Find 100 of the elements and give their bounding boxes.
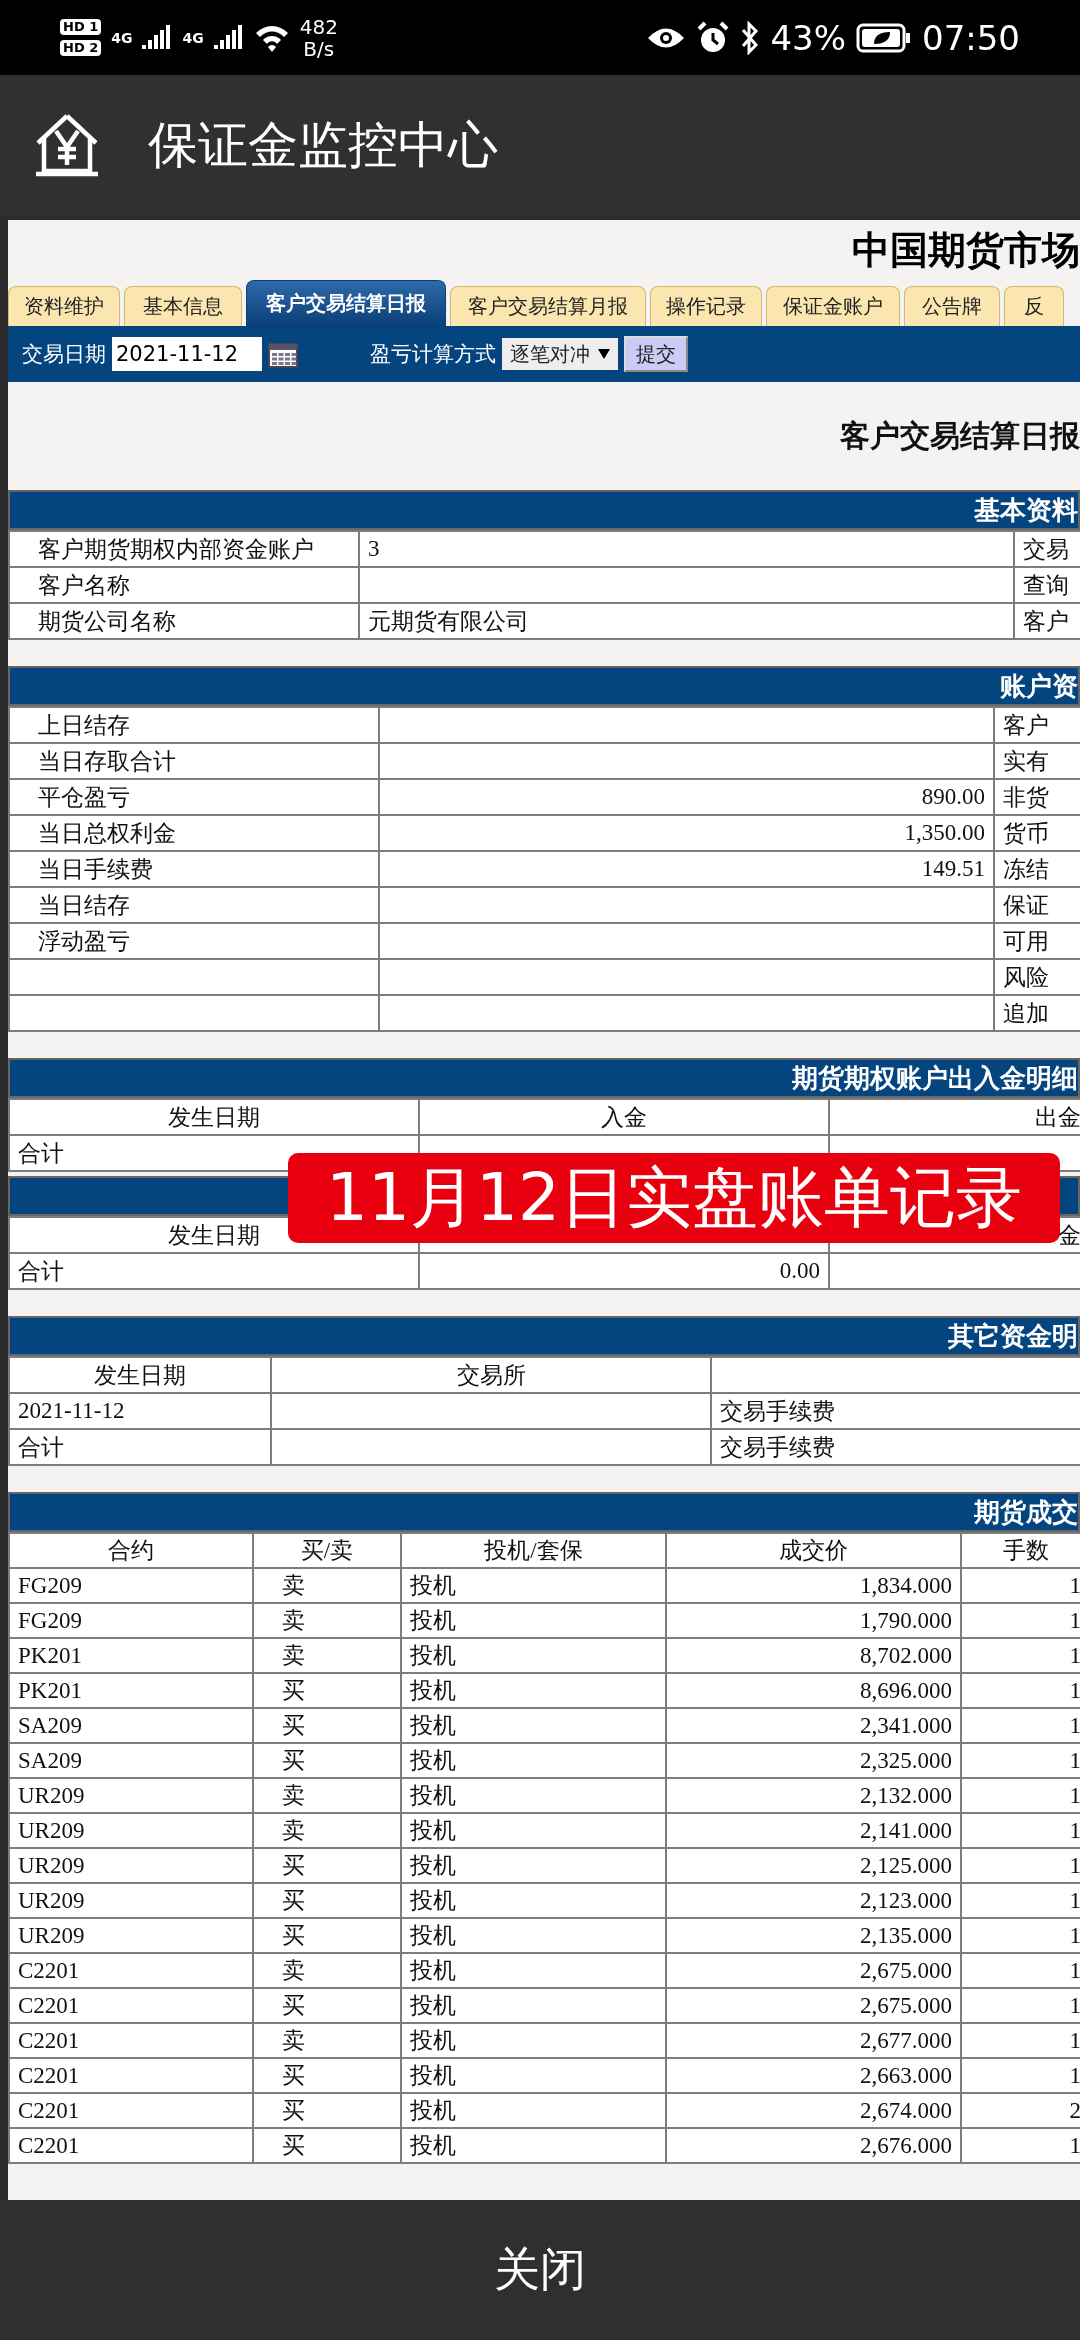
value-cell: 客户 [994, 707, 1080, 743]
value-cell: 2,674.000 [666, 2093, 961, 2128]
section-title: 期货成交 [974, 1495, 1078, 1529]
annotation-banner: 11月12日实盘账单记录 [288, 1153, 1060, 1243]
label-cell: 当日存取合计 [9, 743, 379, 779]
value-cell: 8,696.000 [666, 1673, 961, 1708]
label-cell: SA209 [9, 1708, 253, 1743]
label-cell: 客户名称 [9, 567, 359, 603]
value-cell: 卖 [253, 1603, 401, 1638]
label-cell: UR209 [9, 1883, 253, 1918]
label-cell: FG209 [9, 1568, 253, 1603]
nav-tab[interactable]: 公告牌 [904, 286, 1000, 326]
nav-tab[interactable]: 反 [1004, 286, 1064, 326]
method-select[interactable]: 逐笔对冲 [502, 338, 618, 370]
sim-badge: HD 1 [60, 19, 102, 35]
label-cell: C2201 [9, 1988, 253, 2023]
value-cell: 2,675.000 [666, 1953, 961, 1988]
close-button[interactable]: 关闭 [464, 2229, 616, 2311]
value-cell: 投机 [401, 1743, 666, 1778]
value-cell: 2,125.000 [666, 1848, 961, 1883]
value-cell: 卖 [253, 1953, 401, 1988]
value-cell: 投机 [401, 1883, 666, 1918]
label-cell: UR209 [9, 1918, 253, 1953]
label-cell: 平仓盈亏 [9, 779, 379, 815]
value-cell: 投机 [401, 2023, 666, 2058]
label-cell: 上日结存 [9, 707, 379, 743]
value-cell: 买 [253, 1708, 401, 1743]
column-header: 入金 [419, 1099, 829, 1135]
value-cell: 买 [253, 2093, 401, 2128]
network-label: 4G [111, 29, 133, 46]
nav-tab[interactable]: 资料维护 [8, 286, 120, 326]
section-title: 账户资 [1000, 669, 1078, 703]
value-cell: 卖 [253, 1638, 401, 1673]
value-cell: 投机 [401, 1638, 666, 1673]
battery-percentage: 43% [770, 17, 846, 58]
column-header: 交易所 [271, 1357, 711, 1393]
value-cell: 2,325.000 [666, 1743, 961, 1778]
value-cell: 2,123.000 [666, 1883, 961, 1918]
value-cell: 2,675.000 [666, 1988, 961, 2023]
value-cell: 1,834.000 [666, 1568, 961, 1603]
label-cell: 期货公司名称 [9, 603, 359, 639]
value-cell: 买 [253, 1673, 401, 1708]
bluetooth-icon [740, 20, 761, 55]
label-cell: C2201 [9, 1953, 253, 1988]
nav-tab[interactable]: 保证金账户 [766, 286, 900, 326]
nav-tab[interactable]: 基本信息 [124, 286, 242, 326]
value-cell: 投机 [401, 1778, 666, 1813]
network-speed: 482 B/s [299, 15, 338, 60]
value-cell: 2,141.000 [666, 1813, 961, 1848]
value-cell: 2,676.000 [666, 2128, 961, 2163]
value-cell: 0.00 [419, 1253, 829, 1289]
value-cell: 3 [359, 531, 1014, 567]
nav-tab[interactable]: 客户交易结算月报 [450, 286, 646, 326]
label-cell: UR209 [9, 1778, 253, 1813]
label-cell: UR209 [9, 1848, 253, 1883]
label-cell: 当日手续费 [9, 851, 379, 887]
value-cell: 149.51 [379, 851, 994, 887]
column-header: 成交价 [666, 1533, 961, 1568]
column-header: 发生日期 [9, 1099, 419, 1135]
value-cell: 2,663.000 [666, 2058, 961, 2093]
value-cell: 投机 [401, 1568, 666, 1603]
column-header: 投机/套保 [401, 1533, 666, 1568]
date-label: 交易日期 [22, 341, 106, 368]
value-cell: 买 [253, 1918, 401, 1953]
nav-tab[interactable]: 操作记录 [650, 286, 762, 326]
label-cell: UR209 [9, 1813, 253, 1848]
column-header: 发生日期 [9, 1357, 271, 1393]
value-cell: 卖 [253, 1568, 401, 1603]
value-cell: 卖 [253, 2023, 401, 2058]
label-cell: 合计 [9, 1429, 271, 1465]
column-header: 出金 [829, 1099, 1080, 1135]
value-cell: 买 [253, 1848, 401, 1883]
value-cell: 投机 [401, 1988, 666, 2023]
label-cell: 当日结存 [9, 887, 379, 923]
network-label: 4G [182, 29, 204, 46]
column-header: 合约 [9, 1533, 253, 1568]
value-cell: 卖 [253, 1778, 401, 1813]
nav-tab[interactable]: 客户交易结算日报 [246, 280, 446, 326]
value-cell: 890.00 [379, 779, 994, 815]
value-cell: 1,350.00 [379, 815, 994, 851]
submit-button[interactable]: 提交 [624, 336, 688, 372]
value-cell: 投机 [401, 1953, 666, 1988]
value-cell: 2,132.000 [666, 1778, 961, 1813]
column-header: 手数 [961, 1533, 1080, 1568]
calendar-icon[interactable] [268, 340, 298, 368]
label-cell: 2021-11-12 [9, 1393, 271, 1429]
label-cell: PK201 [9, 1638, 253, 1673]
value-cell: 投机 [401, 1673, 666, 1708]
value-cell: 投机 [401, 1848, 666, 1883]
section-title: 期货期权账户出入金明细 [792, 1061, 1078, 1095]
date-field[interactable]: 2021-11-12 [112, 337, 262, 371]
label-cell: 浮动盈亏 [9, 923, 379, 959]
column-header: 买/卖 [253, 1533, 401, 1568]
value-cell: 投机 [401, 1918, 666, 1953]
label-cell: C2201 [9, 2128, 253, 2163]
sim-badge: HD 2 [60, 40, 102, 56]
value-cell: 投机 [401, 1603, 666, 1638]
value-cell: 交易 [1014, 531, 1080, 567]
caret-icon [598, 349, 610, 359]
app-title: 保证金监控中心 [148, 114, 498, 176]
